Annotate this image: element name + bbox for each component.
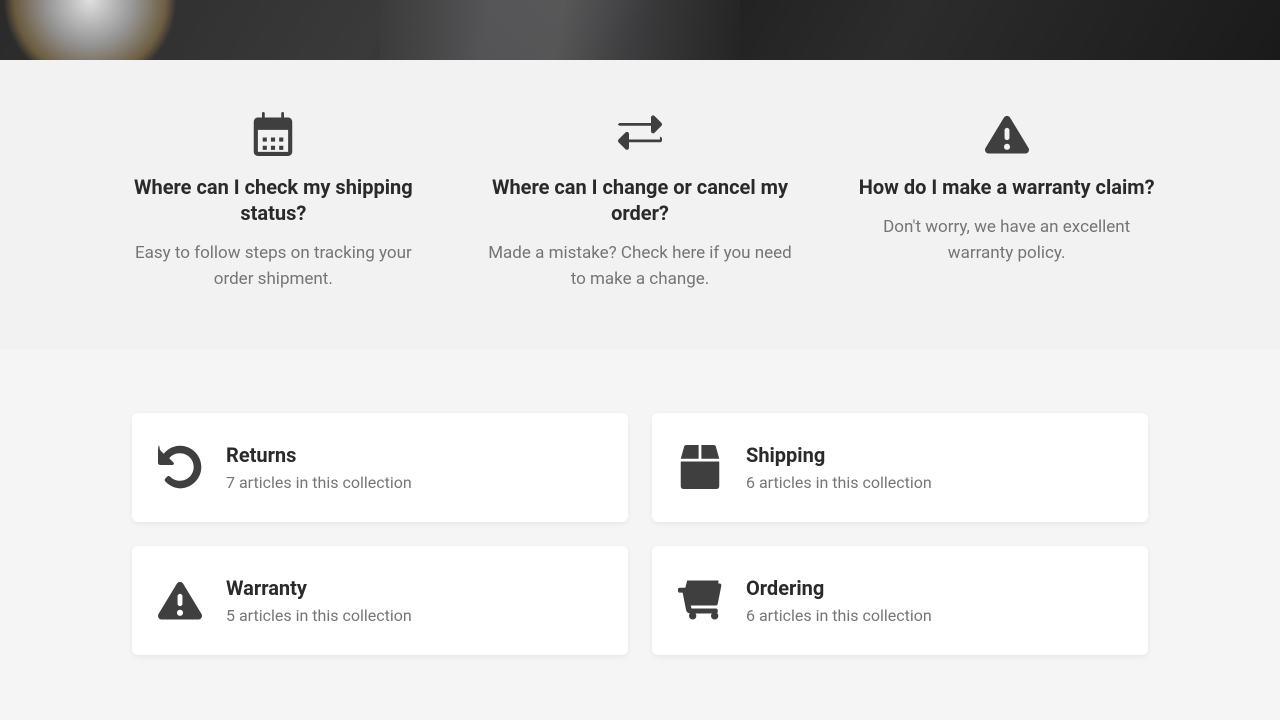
- collection-card-ordering[interactable]: Ordering 6 articles in this collection: [652, 546, 1148, 655]
- featured-change-order[interactable]: Where can I change or cancel my order? M…: [487, 112, 794, 293]
- hero-banner: [0, 0, 1280, 60]
- featured-warranty-claim[interactable]: How do I make a warranty claim? Don't wo…: [853, 112, 1160, 293]
- warning-triangle-icon: [158, 578, 202, 622]
- collection-title: Warranty: [226, 576, 412, 600]
- featured-questions: Where can I check my shipping status? Ea…: [0, 60, 1280, 349]
- collection-title: Returns: [226, 443, 412, 467]
- collection-card-warranty[interactable]: Warranty 5 articles in this collection: [132, 546, 628, 655]
- shopping-cart-icon: [678, 578, 722, 622]
- featured-title: How do I make a warranty claim?: [853, 174, 1160, 200]
- collection-meta: 5 articles in this collection: [226, 606, 412, 625]
- collection-title: Shipping: [746, 443, 932, 467]
- collection-card-returns[interactable]: Returns 7 articles in this collection: [132, 413, 628, 522]
- collection-meta: 7 articles in this collection: [226, 473, 412, 492]
- featured-title: Where can I change or cancel my order?: [487, 174, 794, 226]
- featured-shipping-status[interactable]: Where can I check my shipping status? Ea…: [120, 112, 427, 293]
- featured-desc: Don't worry, we have an excellent warran…: [853, 214, 1160, 267]
- collection-meta: 6 articles in this collection: [746, 606, 932, 625]
- featured-desc: Made a mistake? Check here if you need t…: [487, 240, 794, 293]
- exchange-icon: [618, 112, 662, 156]
- undo-icon: [158, 445, 202, 489]
- featured-desc: Easy to follow steps on tracking your or…: [120, 240, 427, 293]
- collections-section: Returns 7 articles in this collection Sh…: [0, 349, 1280, 695]
- collection-title: Ordering: [746, 576, 932, 600]
- featured-title: Where can I check my shipping status?: [120, 174, 427, 226]
- calendar-icon: [251, 112, 295, 156]
- warning-triangle-icon: [985, 112, 1029, 156]
- collection-meta: 6 articles in this collection: [746, 473, 932, 492]
- collection-card-shipping[interactable]: Shipping 6 articles in this collection: [652, 413, 1148, 522]
- box-icon: [678, 445, 722, 489]
